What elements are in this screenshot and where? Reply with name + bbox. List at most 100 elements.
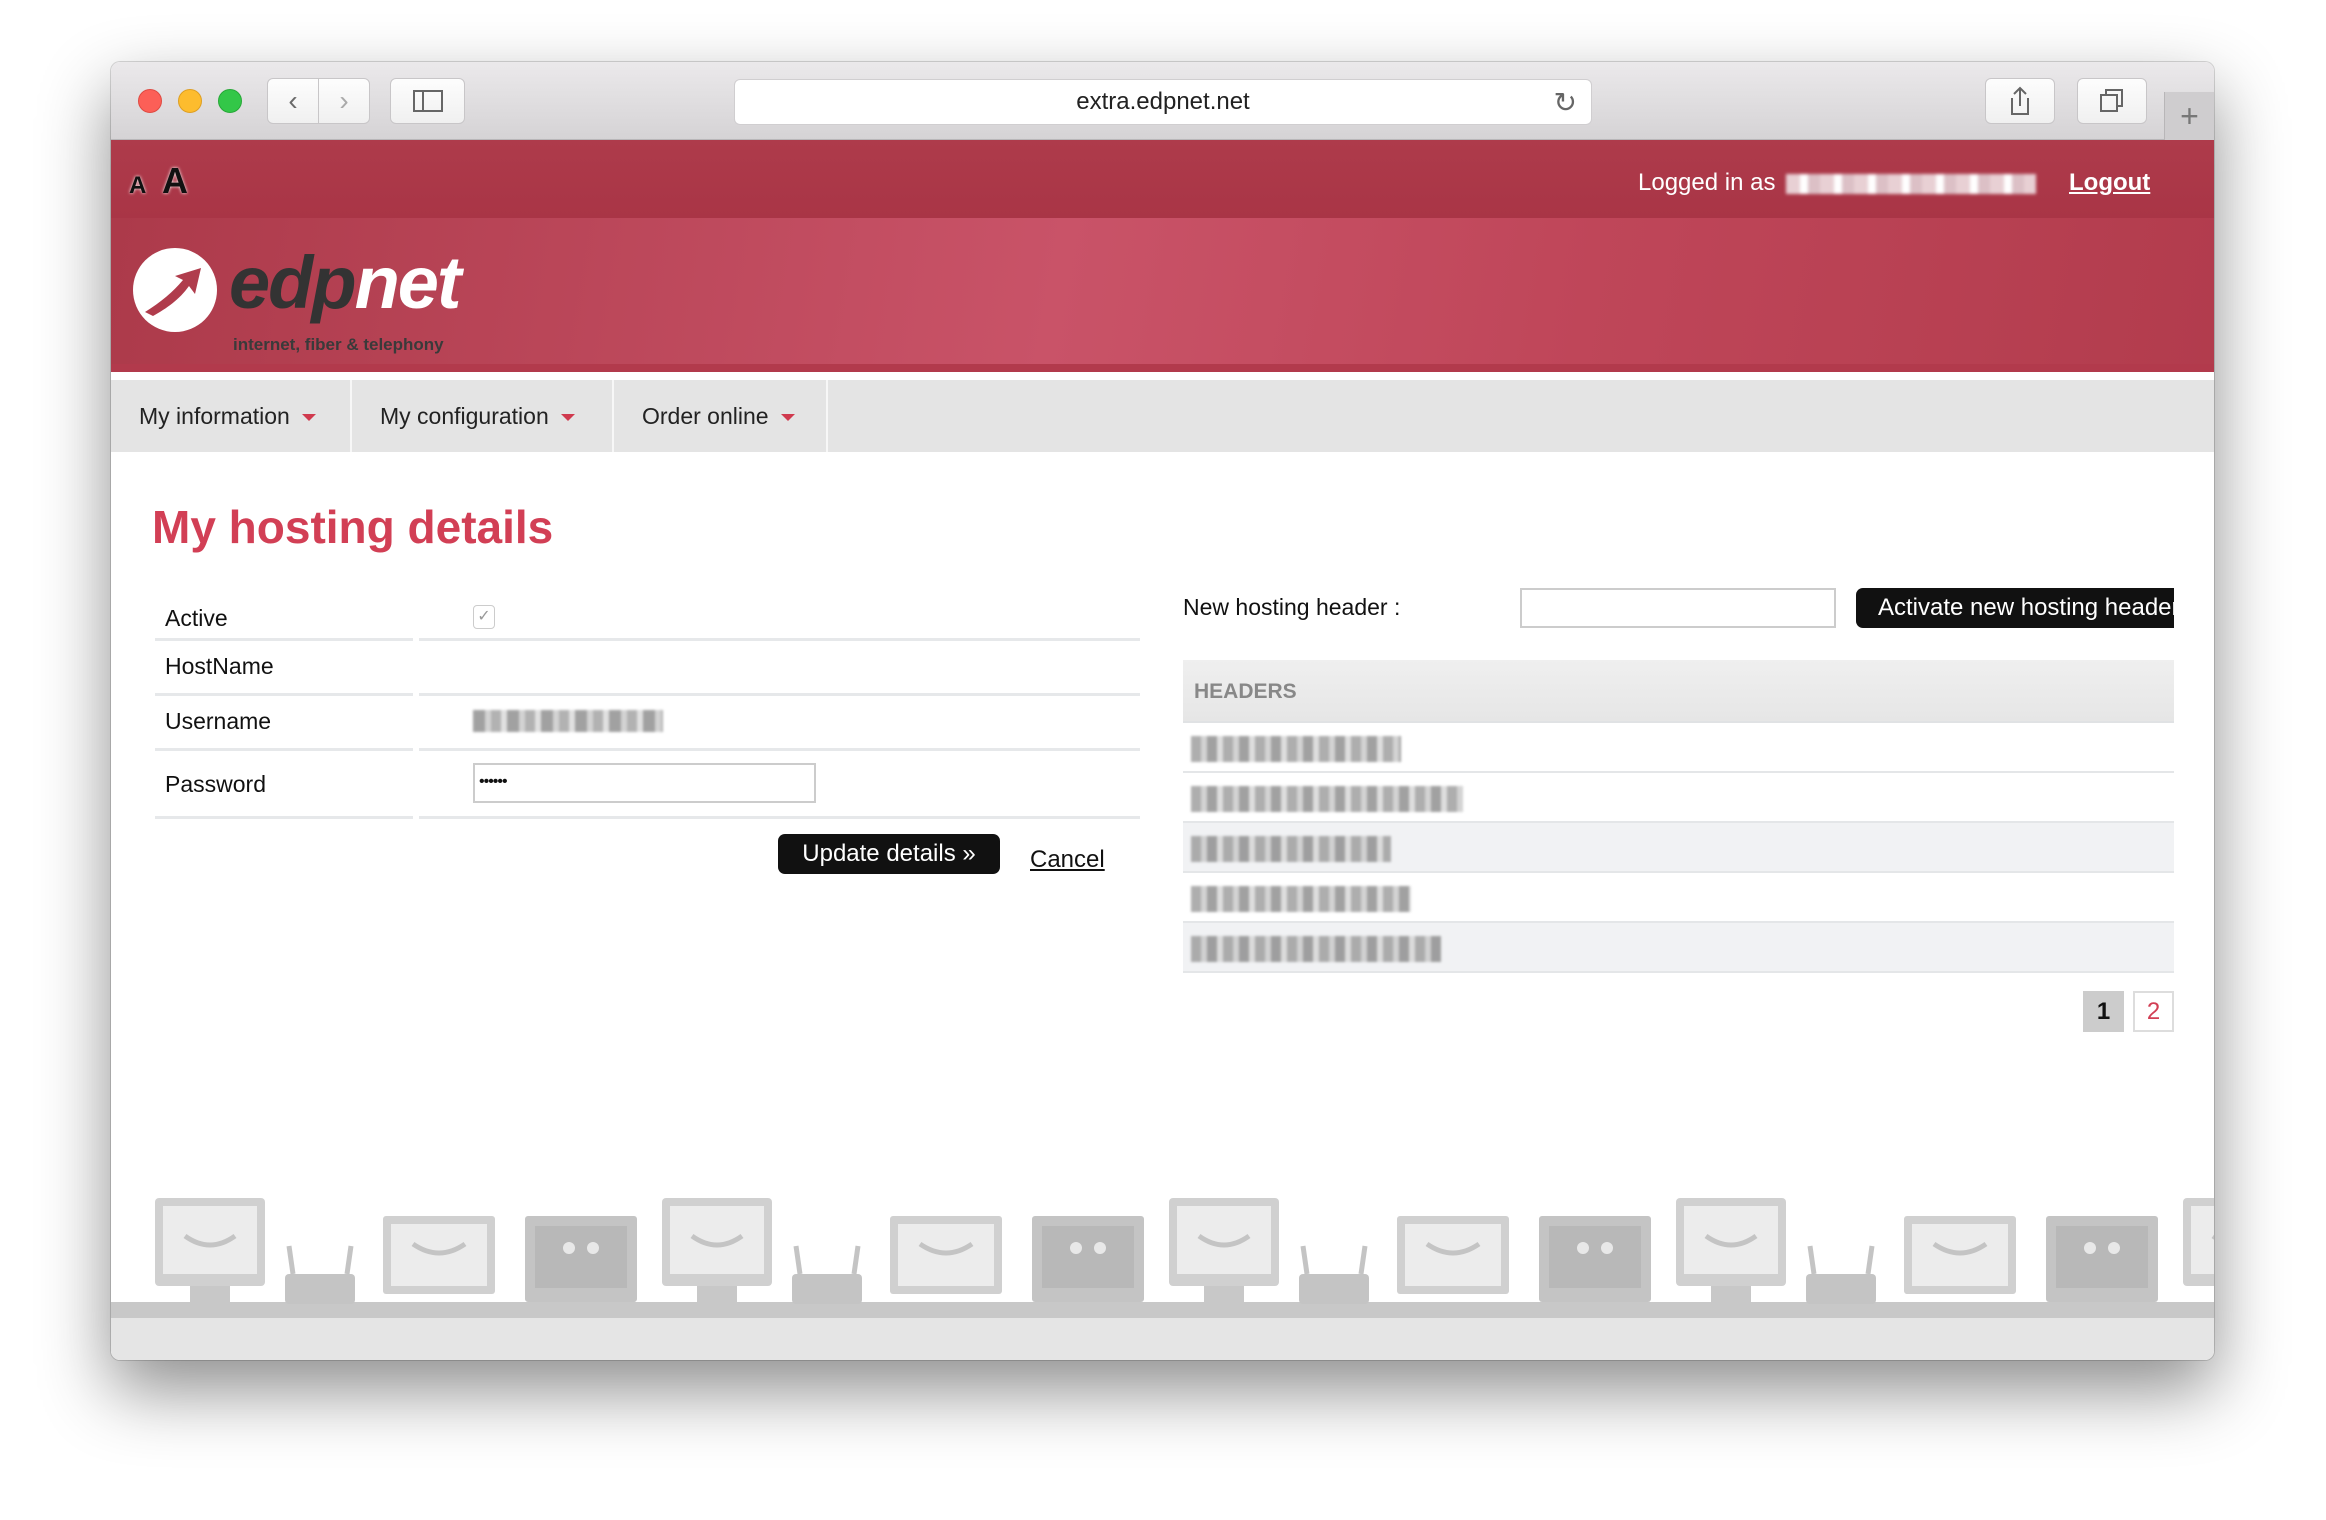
browser-window: ‹ › extra.edpnet.net ↻ + A A Logged in a… xyxy=(111,62,2214,1360)
nav-order-online[interactable]: Order online xyxy=(614,380,828,452)
form-row-hostname: HostName xyxy=(155,641,1140,696)
account-bar: A A Logged in as Logout xyxy=(111,140,2214,218)
share-button[interactable] xyxy=(1985,78,2055,124)
footer-illustration xyxy=(111,1198,2214,1320)
redacted-header xyxy=(1191,936,1441,962)
nav-my-information[interactable]: My information xyxy=(111,380,352,452)
router-antenna xyxy=(1865,1245,1875,1275)
table-row[interactable] xyxy=(1183,723,2174,773)
router-antenna xyxy=(1358,1245,1368,1275)
column-gap xyxy=(413,595,419,641)
router-antenna xyxy=(793,1245,803,1275)
router-antenna xyxy=(1807,1245,1817,1275)
form-row-username: Username xyxy=(155,696,1140,751)
forward-icon: › xyxy=(339,85,349,116)
monitor-stand xyxy=(697,1286,737,1302)
new-tab-button[interactable]: + xyxy=(2164,92,2214,140)
monitor-screen xyxy=(670,1206,764,1274)
eye-icon xyxy=(1601,1242,1613,1254)
redacted-header xyxy=(1191,786,1463,812)
logout-link[interactable]: Logout xyxy=(2069,169,2150,197)
sidebar-button[interactable] xyxy=(390,78,465,124)
main-nav: My information My configuration Order on… xyxy=(111,380,2214,452)
password-input[interactable]: •••••• xyxy=(473,763,816,803)
router-antenna xyxy=(286,1245,296,1275)
column-gap xyxy=(413,696,419,751)
chevron-down-icon xyxy=(301,414,316,421)
logo-wordmark: edpnet xyxy=(229,240,462,325)
monitor-screen xyxy=(1177,1206,1271,1274)
logo-wordmark-light: net xyxy=(354,241,462,324)
address-bar[interactable]: extra.edpnet.net ↻ xyxy=(734,79,1592,125)
table-row[interactable] xyxy=(1183,873,2174,923)
table-row[interactable] xyxy=(1183,923,2174,973)
eye-icon xyxy=(1070,1242,1082,1254)
eye-icon xyxy=(587,1242,599,1254)
username-label: Username xyxy=(165,708,272,734)
edpnet-logo[interactable]: edpnet internet, fiber & telephony xyxy=(131,238,571,358)
router-antenna xyxy=(851,1245,861,1275)
chevron-down-icon xyxy=(560,414,575,421)
cancel-link[interactable]: Cancel xyxy=(1030,846,1105,874)
browser-toolbar: ‹ › extra.edpnet.net ↻ + xyxy=(111,62,2214,140)
eye-icon xyxy=(1577,1242,1589,1254)
column-gap xyxy=(413,641,419,696)
plus-icon: + xyxy=(2180,97,2199,134)
monitor-screen xyxy=(1684,1206,1778,1274)
site-header: edpnet internet, fiber & telephony xyxy=(111,218,2214,372)
router-icon xyxy=(285,1274,355,1304)
table-row[interactable] xyxy=(1183,773,2174,823)
reload-icon[interactable]: ↻ xyxy=(1554,86,1577,119)
zoom-window-button[interactable] xyxy=(218,89,242,113)
tabs-button[interactable] xyxy=(2077,78,2147,124)
minimize-window-button[interactable] xyxy=(178,89,202,113)
table-row[interactable] xyxy=(1183,823,2174,873)
eye-icon xyxy=(563,1242,575,1254)
page-2-button[interactable]: 2 xyxy=(2133,991,2174,1032)
back-button[interactable]: ‹ xyxy=(267,78,319,124)
eye-icon xyxy=(2084,1242,2096,1254)
router-antenna xyxy=(344,1245,354,1275)
url-text: extra.edpnet.net xyxy=(1076,88,1250,115)
tabs-icon xyxy=(2100,89,2123,112)
chevron-down-icon xyxy=(780,414,795,421)
hostname-label: HostName xyxy=(165,653,274,679)
router-icon xyxy=(1299,1274,1369,1304)
active-checkbox[interactable]: ✓ xyxy=(473,605,495,629)
nav-label: Order online xyxy=(642,402,769,429)
form-row-password: Password •••••• xyxy=(155,751,1140,819)
redacted-username xyxy=(1786,173,2037,194)
monitor-screen xyxy=(1549,1226,1641,1288)
font-size-small-button[interactable]: A xyxy=(129,172,146,200)
monitor-screen xyxy=(535,1226,627,1288)
redacted-header xyxy=(1191,836,1391,862)
redacted-header xyxy=(1191,886,1411,912)
password-label: Password xyxy=(165,771,266,797)
logo-arrow-icon xyxy=(133,248,217,332)
eye-icon xyxy=(2108,1242,2120,1254)
update-details-button[interactable]: Update details » xyxy=(778,834,1000,874)
logged-in-status: Logged in as xyxy=(1638,169,2037,197)
logged-in-label: Logged in as xyxy=(1638,169,1776,196)
router-icon xyxy=(792,1274,862,1304)
forward-button[interactable]: › xyxy=(318,78,370,124)
page-1-button[interactable]: 1 xyxy=(2083,991,2124,1032)
new-header-label: New hosting header : xyxy=(1183,594,1401,620)
new-header-input[interactable] xyxy=(1520,588,1836,628)
headers-table: HEADERS xyxy=(1183,660,2174,973)
headers-column-header: HEADERS xyxy=(1183,660,2174,723)
sidebar-icon xyxy=(412,90,443,112)
back-icon: ‹ xyxy=(288,85,298,116)
nav-my-configuration[interactable]: My configuration xyxy=(352,380,614,452)
share-icon xyxy=(2011,86,2029,115)
monitor-screen xyxy=(163,1206,257,1274)
nav-label: My information xyxy=(139,402,290,429)
page-title: My hosting details xyxy=(152,501,554,553)
activate-header-button[interactable]: Activate new hosting header xyxy=(1856,588,2174,628)
monitor-stand xyxy=(1204,1286,1244,1302)
font-size-large-button[interactable]: A xyxy=(162,160,188,202)
close-window-button[interactable] xyxy=(138,89,162,113)
footer xyxy=(111,1318,2214,1360)
column-gap xyxy=(413,751,419,819)
headers-rows xyxy=(1183,723,2174,973)
